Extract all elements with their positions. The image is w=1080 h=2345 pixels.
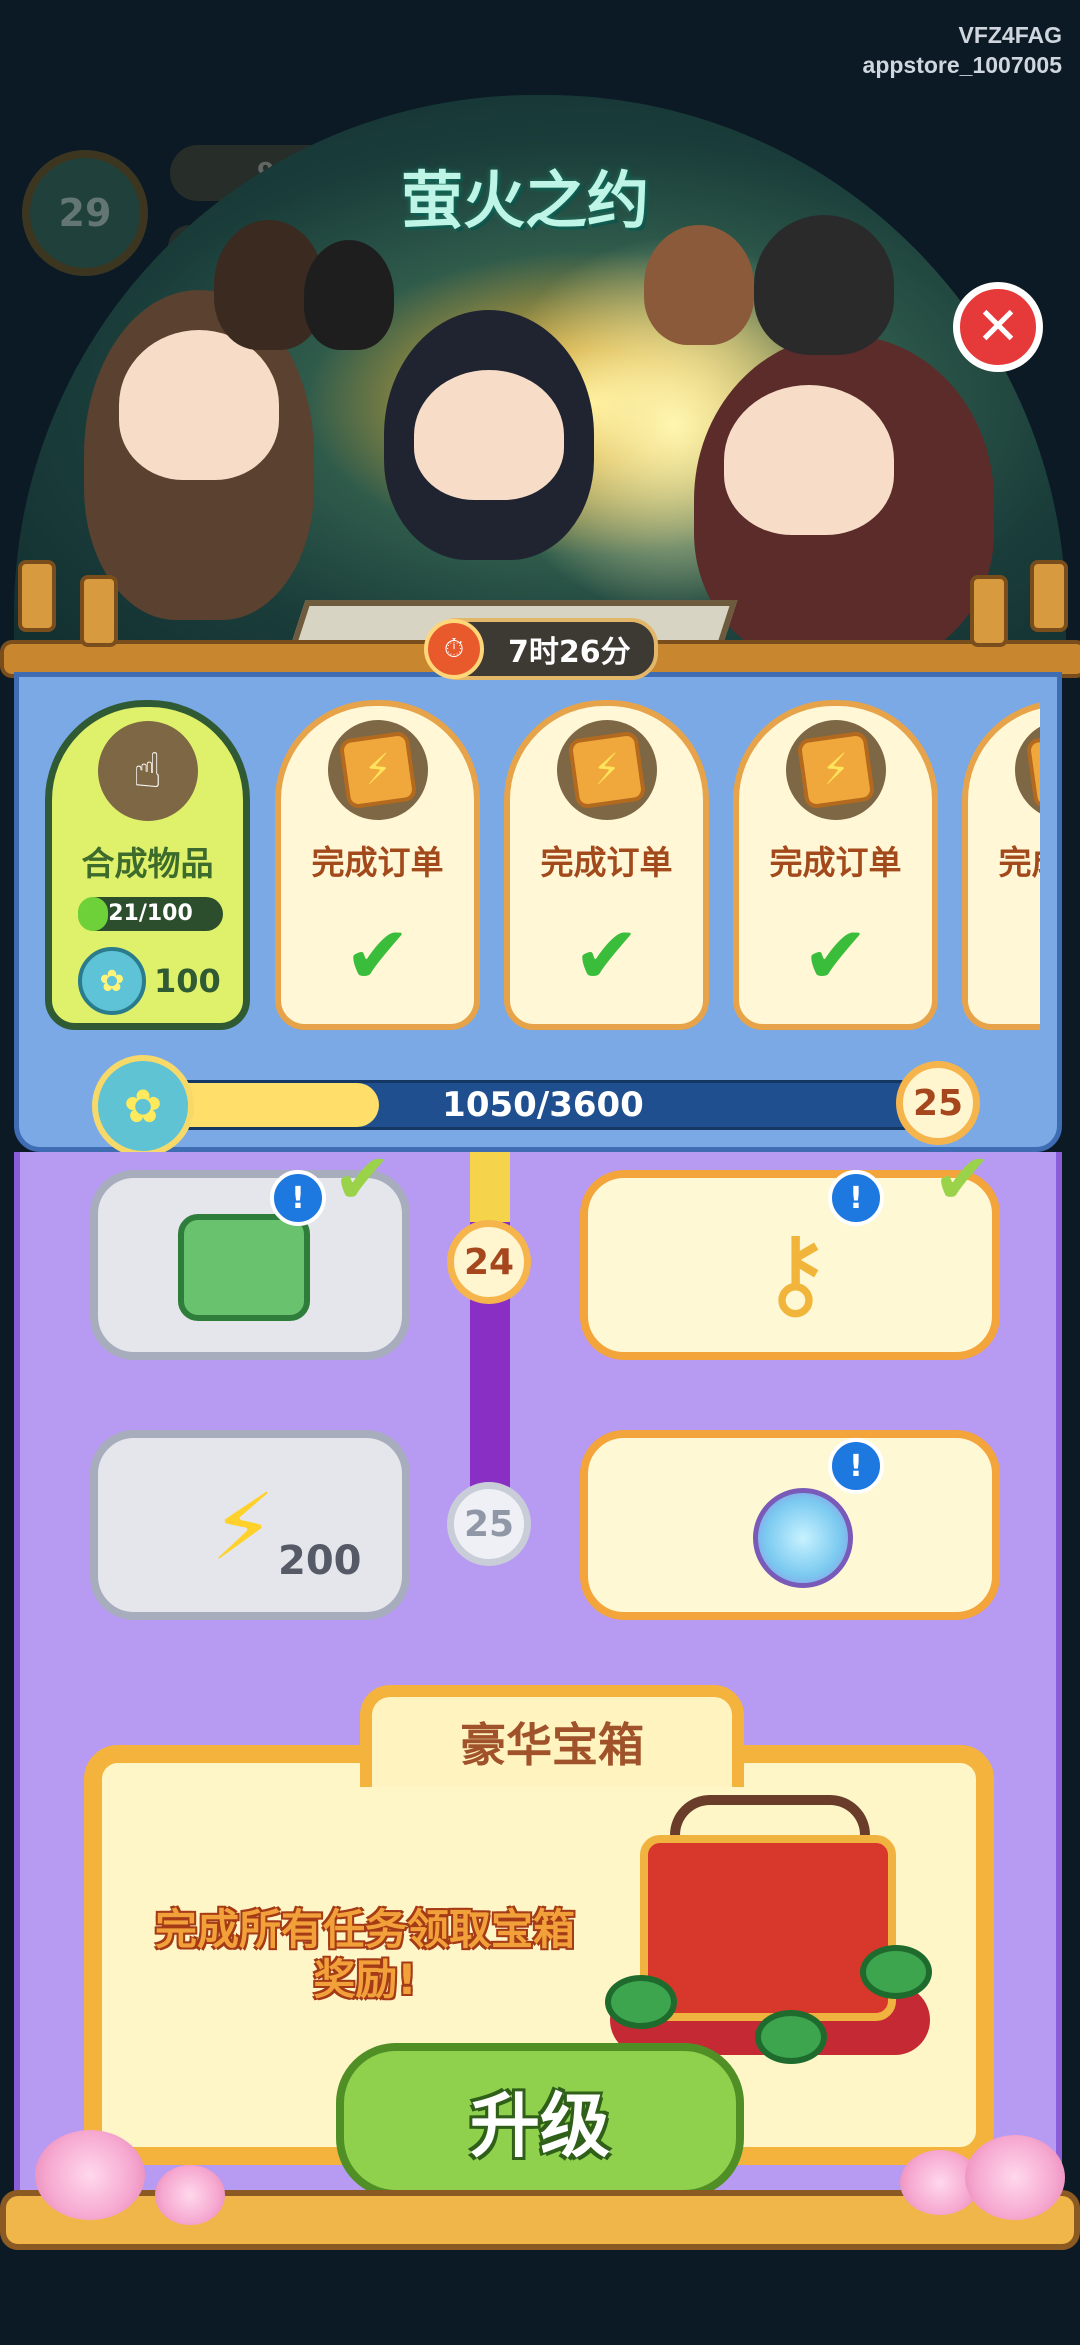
fence-post bbox=[18, 560, 56, 632]
flower-decoration bbox=[965, 2135, 1065, 2220]
task-list[interactable]: ☝ 合成物品 21/100 ✿ 100 ⚡ 完成订单 ✔ ⚡ 完成订单 ✔ ⚡ … bbox=[30, 690, 1040, 1040]
merge-hand-icon: ☝ bbox=[97, 721, 198, 821]
task-label: 完成订单 bbox=[998, 843, 1041, 882]
check-icon: ✔ bbox=[343, 909, 412, 1002]
jade-coin-icon bbox=[605, 1975, 677, 2029]
reward-amount: 200 bbox=[278, 1538, 362, 1584]
task-card-order[interactable]: ⚡ 完成订单 ✔ bbox=[733, 700, 938, 1030]
claimed-check-icon: ✔ bbox=[333, 1138, 392, 1220]
task-label: 完成订单 bbox=[311, 843, 444, 882]
deluxe-chest-icon bbox=[640, 1835, 896, 2021]
jade-coin-icon bbox=[755, 2010, 827, 2064]
free-reward-25[interactable]: ⚡ 200 bbox=[90, 1430, 410, 1620]
energy-icon: ⚡ bbox=[210, 1474, 276, 1581]
order-icon: ⚡ bbox=[556, 720, 657, 820]
info-icon[interactable]: ! bbox=[828, 1170, 884, 1226]
reward-level-24: 24 bbox=[447, 1220, 531, 1304]
task-card-order[interactable]: ⚡ 完成订单 ✔ bbox=[962, 700, 1040, 1030]
magic-mirror-icon bbox=[753, 1488, 853, 1588]
golden-key-icon: ⚷ bbox=[758, 1214, 833, 1331]
close-button[interactable]: ✕ bbox=[953, 282, 1043, 372]
chest-title: 豪华宝箱 bbox=[360, 1685, 744, 1787]
channel-code: appstore_1007005 bbox=[862, 52, 1062, 78]
flower-decoration bbox=[155, 2165, 225, 2225]
reward-track-filled bbox=[470, 1152, 510, 1222]
claimed-check-icon: ✔ bbox=[933, 1138, 992, 1220]
next-level-badge: 25 bbox=[896, 1061, 980, 1145]
task-reward: ✿ 100 bbox=[78, 947, 221, 1015]
season-progress-bar: 1050/3600 bbox=[150, 1080, 936, 1130]
device-info: VFZ4FAG appstore_1007005 bbox=[863, 20, 1062, 80]
order-icon: ⚡ bbox=[327, 720, 428, 820]
close-icon: ✕ bbox=[976, 297, 1020, 357]
event-timer: ⏱ 7时26分 bbox=[424, 618, 658, 680]
check-icon: ✔ bbox=[572, 909, 641, 1002]
season-progress-text: 1050/3600 bbox=[442, 1085, 644, 1125]
jade-coin-icon bbox=[860, 1945, 932, 1999]
check-icon: ✔ bbox=[801, 909, 870, 1002]
order-icon: ⚡ bbox=[1014, 720, 1040, 820]
reward-level-25: 25 bbox=[447, 1482, 531, 1566]
timer-text: 7时26分 bbox=[508, 635, 631, 670]
task-label: 合成物品 bbox=[81, 844, 214, 883]
flower-decoration bbox=[35, 2130, 145, 2220]
order-icon: ⚡ bbox=[785, 720, 886, 820]
chest-description: 完成所有任务领取宝箱奖励! bbox=[154, 1905, 575, 2004]
device-code: VFZ4FAG bbox=[958, 22, 1062, 48]
event-title: 萤火之约 bbox=[400, 164, 649, 237]
fence-post bbox=[1030, 560, 1068, 632]
free-reward-24[interactable]: ! ✔ bbox=[90, 1138, 410, 1360]
premium-reward-24[interactable]: ⚷ ! ✔ bbox=[580, 1138, 1000, 1360]
task-label: 完成订单 bbox=[769, 843, 902, 882]
task-card-order[interactable]: ⚡ 完成订单 ✔ bbox=[504, 700, 709, 1030]
fence-post bbox=[80, 575, 118, 647]
info-icon[interactable]: ! bbox=[828, 1438, 884, 1494]
player-level-badge: 29 bbox=[22, 150, 148, 276]
info-icon[interactable]: ! bbox=[270, 1170, 326, 1226]
premium-reward-25[interactable]: ! bbox=[580, 1430, 1000, 1620]
clock-icon: ⏱ bbox=[424, 619, 484, 679]
fence-post bbox=[970, 575, 1008, 647]
task-progress-text: 21/100 bbox=[108, 901, 193, 926]
task-label: 完成订单 bbox=[540, 843, 673, 882]
butterfly-token-icon: ✿ bbox=[92, 1055, 194, 1157]
jade-coins-icon bbox=[178, 1214, 310, 1321]
check-icon: ✔ bbox=[1020, 916, 1040, 996]
task-progress-bar: 21/100 bbox=[78, 897, 223, 931]
task-card-order[interactable]: ⚡ 完成订单 ✔ bbox=[275, 700, 480, 1030]
butterfly-token-icon: ✿ bbox=[78, 947, 146, 1015]
task-reward-amount: 100 bbox=[154, 962, 221, 1000]
upgrade-button[interactable]: 升级 bbox=[336, 2043, 744, 2198]
task-card-merge[interactable]: ☝ 合成物品 21/100 ✿ 100 bbox=[45, 700, 250, 1030]
